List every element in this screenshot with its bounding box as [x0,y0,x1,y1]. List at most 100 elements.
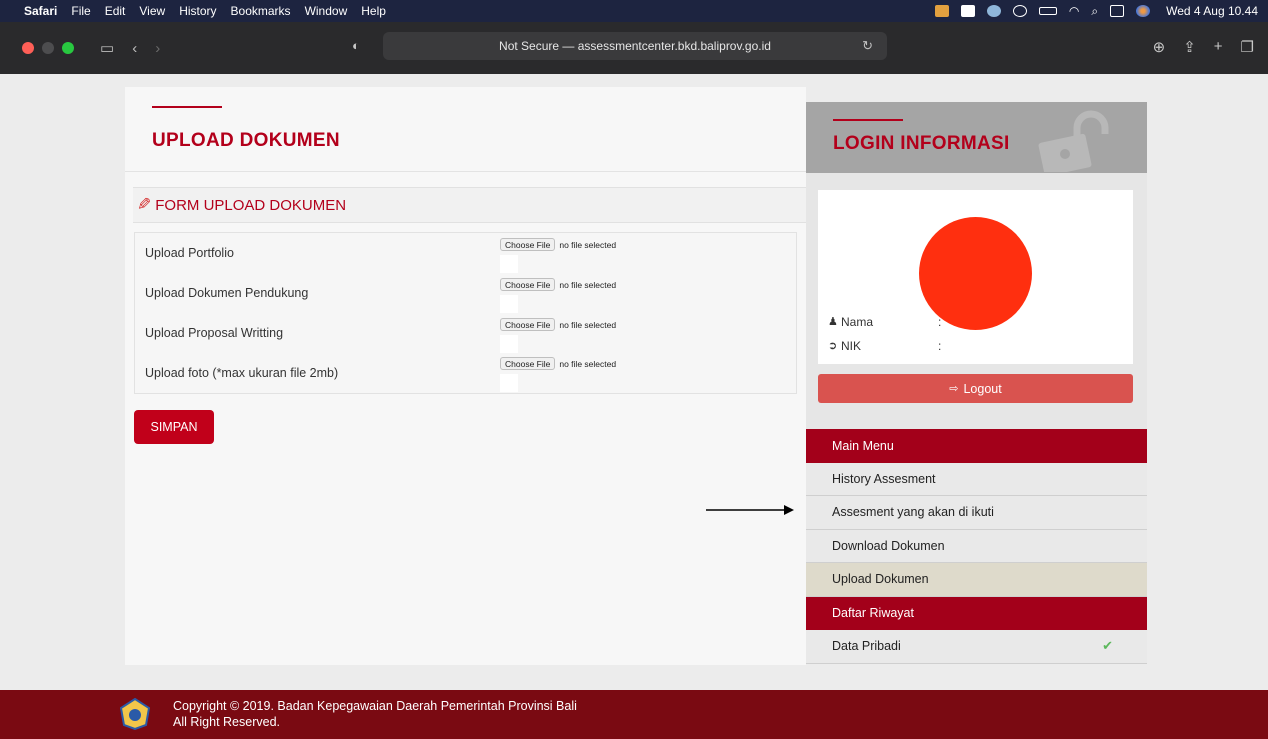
address-bar[interactable]: Not Secure — assessmentcenter.bkd.balipr… [383,32,887,60]
daftar-riwayat-header: Daftar Riwayat [806,596,1147,630]
menu-bar: Safari File Edit View History Bookmarks … [0,0,1268,22]
form-title: FORM UPLOAD DOKUMEN [155,196,347,214]
proposal-label: Upload Proposal Writting [145,326,284,340]
nama-row: ♟ Nama : [828,315,941,329]
portfolio-label: Upload Portfolio [145,246,234,260]
portfolio-file-status: no file selected [559,239,617,250]
battery-icon[interactable] [1038,7,1057,15]
status-icons: ◠ ⌕ Wed 4 Aug 10.44 [934,4,1258,19]
status-app-icon[interactable] [934,5,949,17]
foto-file-input[interactable]: Choose File no file selected [500,357,616,370]
data-pribadi-label: Data Pribadi [832,639,901,654]
toolbar-right-buttons: ⊕ ⇪ + ❐ [1153,38,1254,56]
nik-colon: : [938,339,942,353]
lock-icon [1038,110,1109,172]
dokumen-pendukung-label: Upload Dokumen Pendukung [145,286,309,300]
login-info-title: LOGIN INFORMASI [833,133,1010,154]
shield-icon[interactable]: ◐ [352,38,360,53]
airdrop-icon[interactable] [1012,5,1027,17]
portfolio-choose-file-button[interactable]: Choose File [500,238,556,251]
divider [125,171,806,172]
menu-item-download-dokumen[interactable]: Download Dokumen [806,529,1147,563]
download-icon[interactable]: ⊕ [1153,38,1166,56]
copyright-line: Copyright © 2019. Badan Kepegawaian Daer… [173,699,577,713]
search-icon[interactable]: ⌕ [1091,4,1098,19]
file-input-spacer [500,335,518,353]
menu-item-data-pribadi[interactable]: Data Pribadi ✔ [806,630,1147,664]
user-icon: ♟ [828,316,838,328]
page-title: UPLOAD DOKUMEN [152,130,340,151]
main-menu-header: Main Menu [806,429,1147,463]
proposal-file-status: no file selected [559,319,617,330]
web-page: UPLOAD DOKUMEN ✎ FORM UPLOAD DOKUMEN Upl… [0,74,1268,690]
menu-edit[interactable]: Edit [105,4,126,18]
siri-icon[interactable] [1136,5,1151,17]
url-text: Not Secure — assessmentcenter.bkd.balipr… [499,39,771,53]
menu-help[interactable]: Help [361,4,386,18]
copyright-text: Copyright © 2019. Badan Kepegawaian Daer… [173,698,577,730]
nik-row: ➲ NIK : [828,339,941,353]
logout-icon: ⇨ [949,383,959,395]
proposal-file-input[interactable]: Choose File no file selected [500,318,616,331]
file-input-spacer [500,374,518,392]
sidebar-toggle-icon[interactable]: ▭ [100,39,114,57]
portfolio-file-input[interactable]: Choose File no file selected [500,238,616,251]
title-accent [152,106,222,108]
control-center-icon[interactable] [1110,5,1125,17]
forward-icon[interactable]: › [155,40,160,57]
menu-view[interactable]: View [139,4,165,18]
wifi-icon[interactable]: ◠ [1069,4,1079,18]
logout-button[interactable]: ⇨ Logout [818,374,1133,403]
dokumen-pendukung-choose-file-button[interactable]: Choose File [500,278,556,291]
title-accent [833,119,903,121]
zoom-window-button[interactable] [62,42,74,54]
foto-choose-file-button[interactable]: Choose File [500,357,556,370]
pencil-icon: ✎ [137,195,152,214]
upload-form: Upload Portfolio Choose File no file sel… [134,232,797,394]
minimize-window-button[interactable] [42,42,54,54]
status-t-icon[interactable] [960,5,975,17]
close-window-button[interactable] [22,42,34,54]
tabs-icon[interactable]: ❐ [1241,38,1254,56]
menubar-clock[interactable]: Wed 4 Aug 10.44 [1166,4,1258,18]
avatar [919,217,1032,330]
simpan-button[interactable]: SIMPAN [134,410,214,444]
menu-bookmarks[interactable]: Bookmarks [231,4,291,18]
logo-icon [120,698,150,730]
menu-file[interactable]: File [71,4,90,18]
menu-history[interactable]: History [179,4,216,18]
nama-label: Nama [841,315,874,329]
menu-item-history-assesment[interactable]: History Assesment [806,462,1147,496]
nama-colon: : [938,315,942,329]
rights-line: All Right Reserved. [173,715,280,729]
main-content: UPLOAD DOKUMEN ✎ FORM UPLOAD DOKUMEN Upl… [125,87,806,665]
foto-label: Upload foto (*max ukuran file 2mb) [145,366,339,380]
id-icon: ➲ [828,340,838,352]
login-info-header: LOGIN INFORMASI [806,102,1147,173]
menu-item-assesment-diikuti[interactable]: Assesment yang akan di ikuti [806,496,1147,530]
profile-card: ♟ Nama : ➲ NIK : [818,190,1133,364]
status-cloud-icon[interactable] [986,5,1001,17]
logout-label: Logout [963,381,1002,396]
file-input-spacer [500,295,518,313]
new-tab-icon[interactable]: + [1214,38,1223,56]
window-controls [22,42,74,54]
menu-window[interactable]: Window [305,4,348,18]
browser-toolbar: ▭ ‹ › ◐ Not Secure — assessmentcenter.bk… [0,22,1268,74]
foto-file-status: no file selected [559,358,617,369]
form-header: ✎ FORM UPLOAD DOKUMEN [133,187,806,223]
dokumen-pendukung-file-status: no file selected [559,279,617,290]
reload-icon[interactable]: ↻ [862,38,873,54]
menu-item-upload-dokumen[interactable]: Upload Dokumen [806,563,1147,597]
proposal-choose-file-button[interactable]: Choose File [500,318,556,331]
footer: Copyright © 2019. Badan Kepegawaian Daer… [0,690,1268,739]
check-icon: ✔ [1102,638,1113,654]
share-icon[interactable]: ⇪ [1183,38,1196,56]
main-menu: Main Menu History Assesment Assesment ya… [806,429,1147,664]
back-icon[interactable]: ‹ [132,40,137,57]
menu-app-name[interactable]: Safari [24,4,57,18]
login-info-panel: ♟ Nama : ➲ NIK : ⇨ Logout [806,173,1147,429]
arrow-icon [706,505,794,515]
file-input-spacer [500,255,518,273]
dokumen-pendukung-file-input[interactable]: Choose File no file selected [500,278,616,291]
